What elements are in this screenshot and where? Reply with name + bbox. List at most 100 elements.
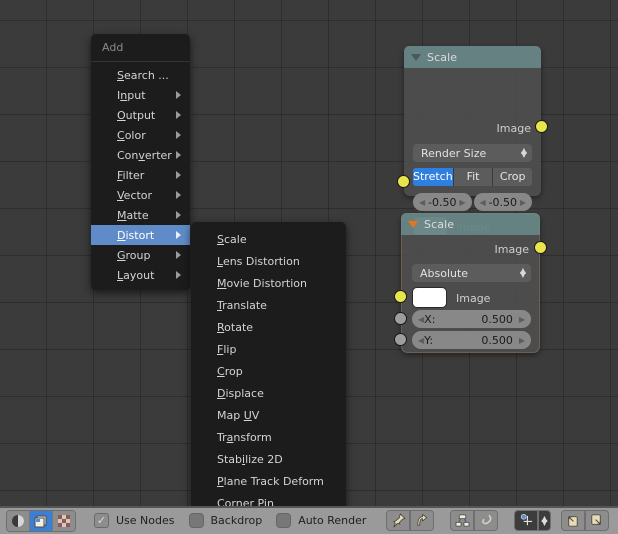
offset-fields-row: ◀ -0.50 ▶ ◀ -0.50 ▶ [413, 193, 532, 211]
submenu-item-displace[interactable]: Displace [191, 382, 346, 404]
menu-item-search[interactable]: Search ... [91, 65, 190, 85]
menu-item-group[interactable]: Group [91, 245, 190, 265]
auto-render-toggle[interactable]: Auto Render [276, 513, 366, 528]
output-socket-label: Image [494, 243, 529, 256]
submenu-item-plane-track-deform[interactable]: Plane Track Deform [191, 470, 346, 492]
collapse-triangle-icon[interactable] [411, 53, 421, 61]
copy-to-icon[interactable] [560, 510, 585, 531]
offset-y-field[interactable]: ◀ -0.50 ▶ [473, 193, 532, 211]
paste-from-icon[interactable] [584, 510, 609, 531]
menu-item-label: Vector [117, 188, 153, 202]
node-scale-absolute[interactable]: Scale Image Absolute ▲ ▼ Image ◀ X: 0.500… [394, 213, 547, 353]
input-socket-x[interactable] [394, 312, 407, 325]
increment-arrow-icon[interactable]: ▶ [459, 198, 465, 207]
pin-parent-group[interactable] [386, 510, 435, 531]
backdrop-toggle[interactable]: Backdrop [188, 513, 262, 528]
frame-method-segments[interactable]: Stretch Fit Crop [413, 168, 532, 186]
frame-method-fit[interactable]: Fit [454, 168, 494, 186]
submenu-item-transform[interactable]: Transform [191, 426, 346, 448]
chevron-right-icon [176, 251, 181, 259]
menu-item-converter[interactable]: Converter [91, 145, 190, 165]
frame-method-stretch[interactable]: Stretch [413, 168, 454, 186]
menu-item-color[interactable]: Color [91, 125, 190, 145]
chevron-right-icon [176, 151, 181, 159]
node-title: Scale [424, 217, 455, 231]
input-socket-y[interactable] [394, 333, 407, 346]
input-socket-image[interactable] [394, 290, 407, 303]
node-insert-icon[interactable] [450, 510, 475, 531]
node-header[interactable]: Scale [401, 213, 540, 235]
node-link-icon[interactable] [474, 510, 499, 531]
shading-mode-group[interactable] [6, 509, 76, 532]
menu-item-vector[interactable]: Vector [91, 185, 190, 205]
menu-item-label: Displace [217, 386, 264, 400]
output-socket-label: Image [496, 122, 531, 135]
menu-item-label: Group [117, 248, 151, 262]
bottom-toolbar: ✓ Use Nodes Backdrop Auto Render ▲ ▼ [0, 506, 618, 534]
menu-item-label: Stabilize 2D [217, 452, 283, 466]
submenu-item-scale[interactable]: Scale [191, 228, 346, 250]
checkbox-checked-icon[interactable]: ✓ [94, 513, 109, 528]
submenu-item-stabilize-2d[interactable]: Stabilize 2D [191, 448, 346, 470]
increment-arrow-icon[interactable]: ▶ [519, 336, 525, 345]
scale-mode-value: Absolute [420, 266, 469, 280]
chevron-right-icon [176, 211, 181, 219]
checkbox-unchecked-icon[interactable] [188, 513, 204, 528]
distort-submenu[interactable]: Scale Lens Distortion Movie Distortion T… [191, 222, 346, 522]
scale-y-field[interactable]: ◀ Y: 0.500 ▶ [412, 331, 531, 349]
snap-magnet-icon[interactable] [514, 510, 539, 531]
menu-item-label: Plane Track Deform [217, 474, 324, 488]
pin-icon[interactable] [386, 510, 411, 531]
menu-item-label: Color [117, 128, 146, 142]
menu-item-filter[interactable]: Filter [91, 165, 190, 185]
offset-x-field[interactable]: ◀ -0.50 ▶ [413, 193, 472, 211]
submenu-item-map-uv[interactable]: Map UV [191, 404, 346, 426]
submenu-item-rotate[interactable]: Rotate [191, 316, 346, 338]
menu-item-matte[interactable]: Matte [91, 205, 190, 225]
submenu-item-lens-distortion[interactable]: Lens Distortion [191, 250, 346, 272]
input-socket-image[interactable] [397, 175, 410, 188]
copy-paste-group[interactable] [560, 510, 609, 531]
submenu-item-flip[interactable]: Flip [191, 338, 346, 360]
submenu-item-translate[interactable]: Translate [191, 294, 346, 316]
auto-render-label: Auto Render [298, 514, 367, 527]
input-image-color-swatch[interactable] [412, 287, 447, 308]
snap-mode-dropdown[interactable]: ▲ ▼ [538, 510, 551, 531]
menu-item-label: Movie Distortion [217, 276, 307, 290]
node-editor-window: Scale Image Render Size ▲ ▼ Stretch Fit C… [0, 0, 618, 534]
texture-checker-icon[interactable] [53, 510, 75, 531]
increment-arrow-icon[interactable]: ▶ [520, 198, 526, 207]
chevron-right-icon [176, 91, 181, 99]
menu-item-distort[interactable]: Distort [91, 225, 190, 245]
submenu-item-crop[interactable]: Crop [191, 360, 346, 382]
checkbox-unchecked-icon[interactable] [276, 513, 292, 528]
menu-item-input[interactable]: Input [91, 85, 190, 105]
material-shading-icon[interactable] [7, 510, 30, 531]
snap-group[interactable]: ▲ ▼ [514, 510, 551, 531]
chevron-right-icon [176, 131, 181, 139]
submenu-item-movie-distortion[interactable]: Movie Distortion [191, 272, 346, 294]
menu-item-label: Rotate [217, 320, 254, 334]
node-header[interactable]: Scale [404, 46, 541, 68]
menu-item-layout[interactable]: Layout [91, 265, 190, 285]
increment-arrow-icon[interactable]: ▶ [519, 315, 525, 324]
scale-mode-value: Render Size [421, 146, 487, 160]
chevron-updown-icon: ▲ ▼ [519, 266, 526, 279]
menu-item-output[interactable]: Output [91, 105, 190, 125]
node-tools-group[interactable] [450, 510, 499, 531]
go-to-parent-icon[interactable] [410, 510, 435, 531]
image-node-icon[interactable] [30, 510, 53, 531]
scale-y-value: 0.500 [481, 333, 513, 347]
use-nodes-toggle[interactable]: ✓ Use Nodes [94, 513, 175, 528]
output-socket-image[interactable] [535, 120, 548, 133]
input-socket-label: Image [456, 292, 491, 305]
menu-item-label: Filter [117, 168, 145, 182]
node-scale-render-size[interactable]: Scale Image Render Size ▲ ▼ Stretch Fit C… [397, 46, 548, 236]
scale-x-field[interactable]: ◀ X: 0.500 ▶ [412, 310, 531, 328]
scale-mode-dropdown[interactable]: Render Size ▲ ▼ [413, 144, 532, 162]
add-menu[interactable]: Add Search ... Input Output Color Conver… [91, 34, 190, 290]
frame-method-crop[interactable]: Crop [493, 168, 532, 186]
scale-mode-dropdown[interactable]: Absolute ▲ ▼ [412, 264, 531, 282]
collapse-triangle-icon[interactable] [408, 220, 418, 228]
output-socket-image[interactable] [534, 241, 547, 254]
